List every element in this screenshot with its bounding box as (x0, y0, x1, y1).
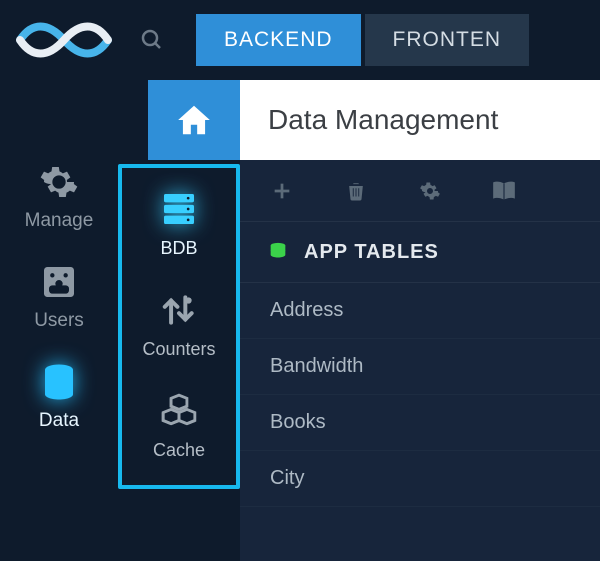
plus-icon (271, 180, 293, 202)
secondary-sidebar-wrap: BDB Counters Cache (118, 80, 240, 561)
table-row[interactable]: Books (240, 395, 600, 451)
sub-item-label: Counters (142, 339, 215, 360)
counters-icon (158, 289, 200, 331)
database-icon (37, 360, 81, 404)
section-title: APP TABLES (304, 241, 439, 264)
sub-item-bdb[interactable]: BDB (158, 188, 200, 259)
sidebar-item-users[interactable]: Users (34, 260, 84, 332)
sidebar-item-label: Manage (25, 210, 94, 232)
table-list: Address Bandwidth Books City (240, 283, 600, 507)
table-row[interactable]: City (240, 451, 600, 507)
database-icon (266, 240, 290, 264)
toolbar (240, 160, 600, 222)
section-header[interactable]: APP TABLES (240, 222, 600, 283)
search-button[interactable] (132, 20, 172, 60)
table-row[interactable]: Bandwidth (240, 339, 600, 395)
delete-button[interactable] (342, 177, 370, 205)
layout: Manage Users Data BDB (0, 80, 600, 561)
sub-item-label: Cache (153, 440, 205, 461)
sub-item-cache[interactable]: Cache (153, 390, 205, 461)
tab-backend[interactable]: BACKEND (196, 14, 361, 66)
home-button[interactable] (148, 80, 240, 160)
gear-icon (37, 160, 81, 204)
server-icon (158, 188, 200, 230)
sidebar-item-data[interactable]: Data (37, 360, 81, 432)
sidebar-item-manage[interactable]: Manage (25, 160, 94, 232)
primary-sidebar: Manage Users Data (0, 80, 118, 561)
sub-item-label: BDB (160, 238, 197, 259)
nav-tabs: BACKEND FRONTEN (196, 14, 533, 66)
sidebar-item-label: Data (39, 410, 79, 432)
trash-icon (345, 180, 367, 202)
settings-button[interactable] (416, 177, 444, 205)
table-row[interactable]: Address (240, 283, 600, 339)
cache-icon (158, 390, 200, 432)
sidebar-item-label: Users (34, 310, 84, 332)
secondary-sidebar: BDB Counters Cache (118, 164, 240, 489)
home-icon (175, 101, 213, 139)
search-icon (140, 28, 164, 52)
docs-button[interactable] (490, 177, 518, 205)
users-icon (37, 260, 81, 304)
book-icon (491, 180, 517, 202)
tab-frontend[interactable]: FRONTEN (365, 14, 530, 66)
page-title: Data Management (240, 80, 600, 160)
content: Data Management APP TABLES Address Bandw… (240, 80, 600, 561)
topbar: BACKEND FRONTEN (0, 0, 600, 80)
add-button[interactable] (268, 177, 296, 205)
sub-item-counters[interactable]: Counters (142, 289, 215, 360)
logo (14, 16, 114, 64)
gear-icon (418, 179, 442, 203)
